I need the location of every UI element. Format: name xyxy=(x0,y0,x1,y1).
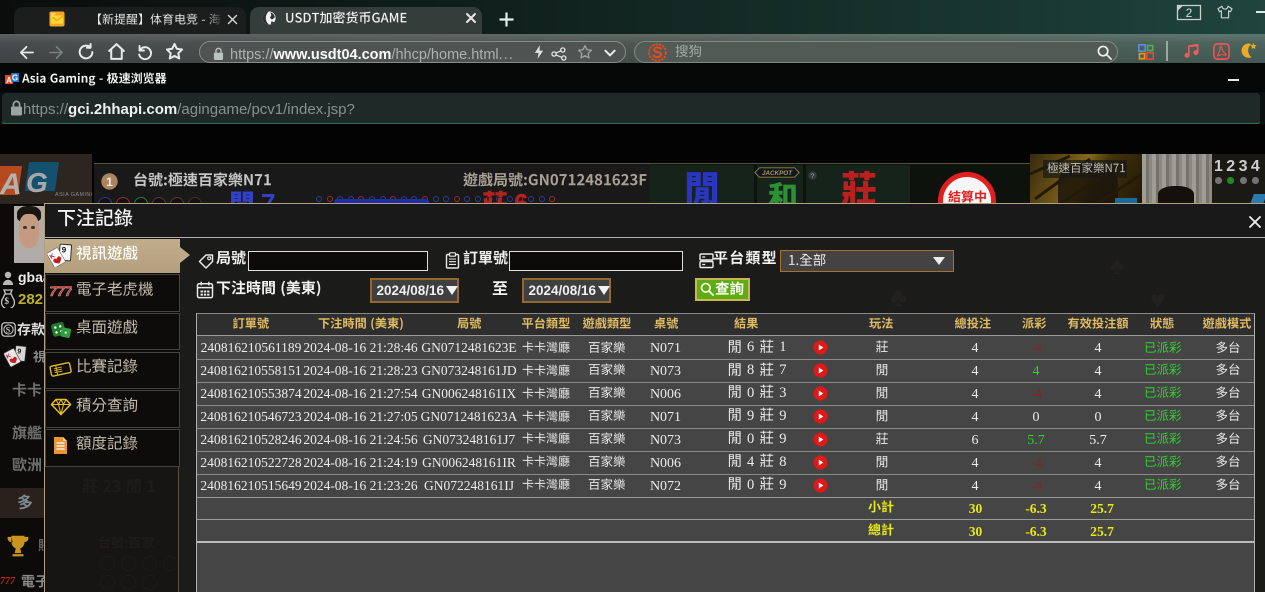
svg-text:S: S xyxy=(6,326,11,335)
svg-text:2: 2 xyxy=(1186,6,1193,20)
svg-text:G: G xyxy=(26,167,48,198)
svg-text:G: G xyxy=(12,74,18,83)
svg-text:ASIA GAMING: ASIA GAMING xyxy=(55,192,92,198)
svg-text:777: 777 xyxy=(50,283,72,299)
svg-text:?: ? xyxy=(811,173,815,180)
svg-text:A: A xyxy=(0,168,22,201)
svg-text:$: $ xyxy=(5,296,10,306)
svg-text:JACKPOT: JACKPOT xyxy=(762,170,793,177)
svg-text:*: * xyxy=(9,281,12,289)
svg-text:1: 1 xyxy=(106,175,113,189)
